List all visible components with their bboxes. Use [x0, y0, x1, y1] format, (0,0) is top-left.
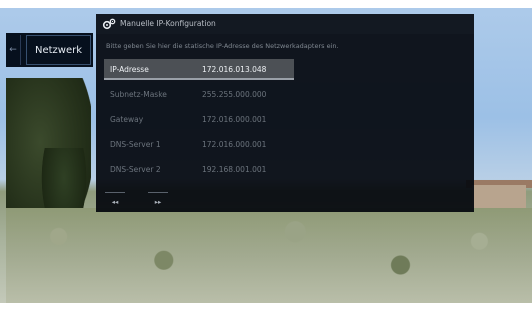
tv-screen: ← Netzwerk Manuelle IP-Konfiguration Bit…	[0, 0, 532, 309]
field-label: DNS-Server 1	[110, 140, 161, 149]
field-value[interactable]: 172.016.000.001	[202, 115, 266, 124]
field-dns-server-2[interactable]: DNS-Server 2 192.168.001.001	[104, 159, 294, 179]
dialog-header: Manuelle IP-Konfiguration	[96, 14, 474, 34]
bottom-border	[0, 303, 532, 309]
gears-icon	[102, 18, 116, 30]
field-value[interactable]: 172.016.000.001	[202, 140, 266, 149]
background-olive-shrubs	[6, 208, 532, 303]
dialog-title: Manuelle IP-Konfiguration	[120, 19, 216, 28]
field-label: Gateway	[110, 115, 144, 124]
forward-button[interactable]: ▸▸	[148, 192, 168, 206]
field-label: Subnetz-Maske	[110, 90, 167, 99]
field-value[interactable]: 255.255.000.000	[202, 90, 266, 99]
field-gateway[interactable]: Gateway 172.016.000.001	[104, 109, 294, 129]
breadcrumb-previous[interactable]: ←	[6, 35, 21, 65]
field-dns-server-1[interactable]: DNS-Server 1 172.016.000.001	[104, 134, 294, 154]
field-ip-address[interactable]: IP-Adresse 172.016.013.048	[104, 59, 294, 80]
breadcrumb-netzwerk[interactable]: Netzwerk	[26, 35, 91, 65]
rewind-button[interactable]: ◂◂	[105, 192, 125, 206]
field-label: IP-Adresse	[110, 65, 149, 74]
field-value[interactable]: 192.168.001.001	[202, 165, 266, 174]
top-border	[0, 0, 532, 8]
field-value[interactable]: 172.016.013.048	[202, 65, 266, 74]
field-label: DNS-Server 2	[110, 165, 161, 174]
dialog-description: Bitte geben Sie hier die statische IP-Ad…	[106, 42, 339, 50]
ip-config-dialog: Manuelle IP-Konfiguration Bitte geben Si…	[96, 14, 474, 212]
field-subnet-mask[interactable]: Subnetz-Maske 255.255.000.000	[104, 84, 294, 104]
